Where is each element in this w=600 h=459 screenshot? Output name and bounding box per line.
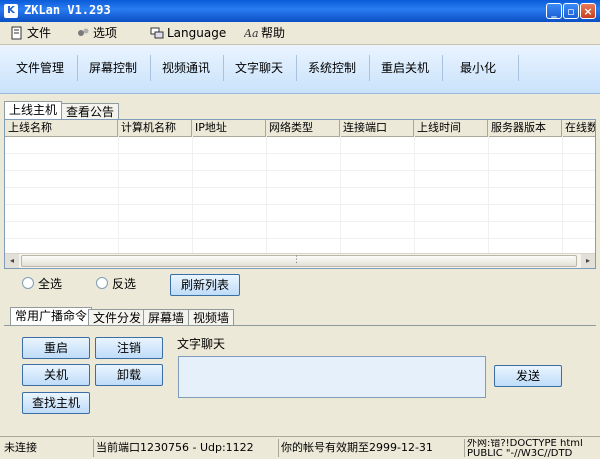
tab-video-wall[interactable]: 视频墙 [188, 309, 235, 325]
toolbar-separator [442, 55, 443, 81]
toolbar: 文件管理 屏幕控制 视频通讯 文字聊天 系统控制 重启关机 最小化 [0, 45, 600, 94]
menu-language[interactable]: Language [150, 25, 226, 41]
column-ip-address[interactable]: IP地址 [192, 120, 266, 136]
column-online-name[interactable]: 上线名称 [5, 120, 118, 136]
grid-line [488, 136, 489, 256]
grip-icon: ⋮ [292, 255, 301, 265]
column-connect-port[interactable]: 连接端口 [340, 120, 414, 136]
grid-line [118, 136, 119, 256]
file-icon [11, 26, 22, 40]
grid-line [5, 170, 595, 171]
help-icon: Aa [244, 27, 258, 40]
scroll-right-icon[interactable]: ▸ [581, 254, 595, 268]
column-network-type[interactable]: 网络类型 [266, 120, 340, 136]
title-bar[interactable]: K ZKLan V1.293 _ ▫ × [0, 0, 600, 22]
tab-online-hosts[interactable]: 上线主机 [4, 101, 63, 119]
chat-input[interactable] [178, 356, 486, 398]
toolbar-separator [518, 55, 519, 81]
toolbar-separator [369, 55, 370, 81]
toolbar-separator [223, 55, 224, 81]
invert-selection-radio[interactable]: 反选 [96, 277, 136, 291]
grid-line [266, 136, 267, 256]
external-ip-status: 外网:错?!DOCTYPE html PUBLIC "-//W3C//DTD [467, 439, 583, 457]
host-table: 上线名称 计算机名称 IP地址 网络类型 连接端口 上线时间 服务器版本 在线数… [4, 119, 596, 269]
minimize-button[interactable]: _ [546, 3, 562, 19]
toolbar-separator [77, 55, 78, 81]
column-online-time[interactable]: 上线时间 [414, 120, 488, 136]
select-all-label: 全选 [38, 277, 63, 291]
toolbar-separator [150, 55, 151, 81]
shutdown-button[interactable]: 关机 [22, 364, 90, 386]
expiry-status: 你的帐号有效期至2999-12-31 [279, 439, 465, 457]
tab-file-distribution[interactable]: 文件分发 [88, 309, 147, 325]
restart-button[interactable]: 重启 [22, 337, 90, 359]
menu-file[interactable]: 文件 [10, 25, 51, 41]
app-window: K ZKLan V1.293 _ ▫ × 文件 选项 Language Aa 帮助… [0, 0, 600, 459]
chat-label: 文字聊天 [177, 337, 226, 351]
menu-language-label: Language [167, 26, 227, 40]
grid-line [562, 136, 563, 256]
menu-options-label: 选项 [93, 26, 118, 40]
grid-line [5, 153, 595, 154]
file-manage-button[interactable]: 文件管理 [8, 53, 72, 83]
screen-control-button[interactable]: 屏幕控制 [81, 53, 145, 83]
invert-selection-label: 反选 [112, 277, 137, 291]
connection-status: 未连接 [2, 439, 94, 457]
grid-line [5, 204, 595, 205]
logout-button[interactable]: 注销 [95, 337, 163, 359]
app-logo-icon: K [4, 4, 18, 18]
system-control-button[interactable]: 系统控制 [300, 53, 364, 83]
grid-line [5, 238, 595, 239]
video-comm-button[interactable]: 视频通讯 [154, 53, 218, 83]
menu-options[interactable]: 选项 [76, 25, 117, 41]
window-title: ZKLan V1.293 [24, 3, 111, 17]
grid-line [414, 136, 415, 256]
radio-circle-icon [22, 277, 34, 289]
text-chat-button[interactable]: 文字聊天 [227, 53, 291, 83]
table-header: 上线名称 计算机名称 IP地址 网络类型 连接端口 上线时间 服务器版本 在线数 [5, 120, 595, 137]
grid-line [192, 136, 193, 256]
horizontal-scrollbar[interactable]: ◂ ⋮ ▸ [5, 253, 595, 268]
svg-text:Aa: Aa [244, 27, 258, 40]
options-icon [78, 28, 89, 36]
refresh-list-button[interactable]: 刷新列表 [170, 274, 240, 296]
send-button[interactable]: 发送 [494, 365, 562, 387]
toolbar-separator [296, 55, 297, 81]
menu-help[interactable]: Aa 帮助 [244, 25, 285, 41]
status-bar: 未连接 当前端口1230756 - Udp:1122 你的帐号有效期至2999-… [0, 436, 600, 459]
menu-help-label: 帮助 [261, 26, 286, 40]
find-host-button[interactable]: 查找主机 [22, 392, 90, 414]
close-button[interactable]: × [580, 3, 596, 19]
scrollbar-thumb[interactable]: ⋮ [21, 255, 577, 267]
language-icon [150, 27, 164, 39]
radio-circle-icon [96, 277, 108, 289]
column-computer-name[interactable]: 计算机名称 [118, 120, 192, 136]
tab-broadcast-commands[interactable]: 常用广播命令 [10, 307, 93, 325]
maximize-button[interactable]: ▫ [563, 3, 579, 19]
grid-line [5, 187, 595, 188]
select-all-radio[interactable]: 全选 [22, 277, 62, 291]
menu-bar: 文件 选项 Language Aa 帮助 [0, 22, 600, 45]
column-online-count[interactable]: 在线数 [562, 120, 595, 136]
grid-line [5, 221, 595, 222]
port-status: 当前端口1230756 - Udp:1122 [94, 439, 279, 457]
menu-file-label: 文件 [27, 26, 52, 40]
column-server-version[interactable]: 服务器版本 [488, 120, 562, 136]
restart-shutdown-button[interactable]: 重启关机 [373, 53, 437, 83]
tab-announcements[interactable]: 查看公告 [61, 103, 120, 119]
scroll-left-icon[interactable]: ◂ [5, 254, 19, 268]
minimize-app-button[interactable]: 最小化 [452, 53, 504, 83]
tab-screen-wall[interactable]: 屏幕墙 [143, 309, 190, 325]
uninstall-button[interactable]: 卸载 [95, 364, 163, 386]
grid-line [340, 136, 341, 256]
